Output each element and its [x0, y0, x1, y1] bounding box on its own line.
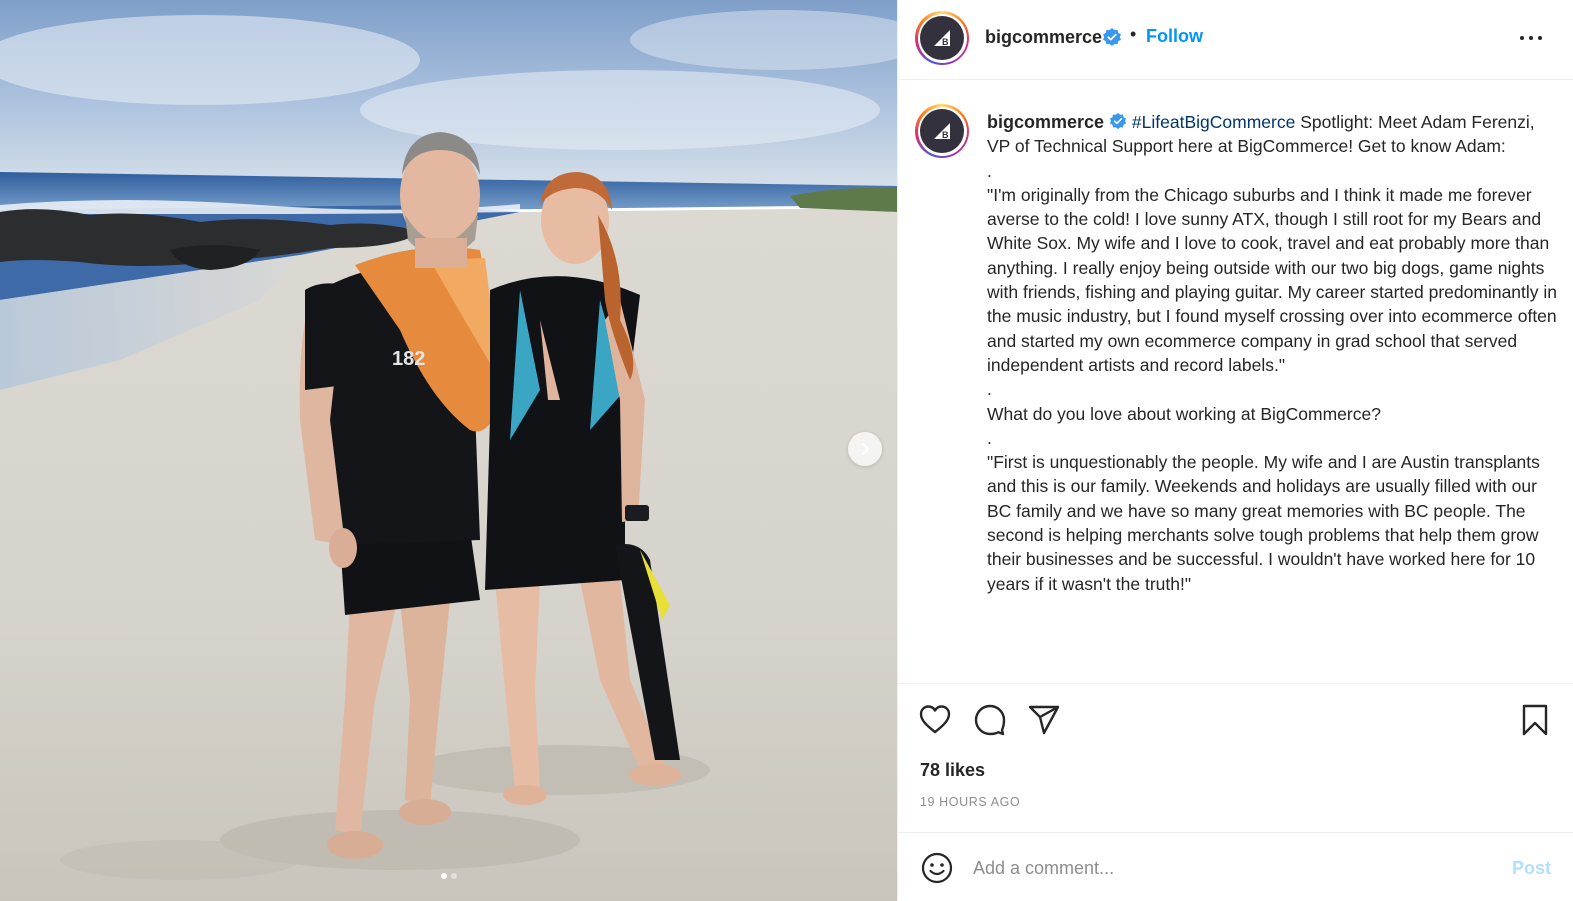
- more-options-icon[interactable]: [1516, 28, 1546, 48]
- bookmark-icon[interactable]: [1518, 703, 1552, 737]
- caption-username[interactable]: bigcommerce: [987, 112, 1104, 132]
- likes-count[interactable]: 78 likes: [920, 760, 985, 781]
- account-username[interactable]: bigcommerce: [985, 27, 1102, 48]
- caption-paragraph: .: [987, 379, 992, 400]
- caption-paragraph: bigcommerce #LifeatBigCommerce Spotlight…: [987, 110, 1557, 159]
- caption-paragraph: What do you love about working at BigCom…: [987, 403, 1381, 424]
- carousel-dots: [0, 873, 897, 879]
- separator-dot: •: [1130, 24, 1137, 44]
- carousel-dot-active: [440, 873, 447, 879]
- heart-icon[interactable]: [918, 703, 952, 737]
- svg-text:B: B: [942, 37, 949, 47]
- caption-paragraph: "First is unquestionably the people. My …: [987, 452, 1540, 594]
- post-comment-button[interactable]: Post: [1512, 858, 1551, 879]
- post-header: B bigcommerce • Follow: [898, 0, 1573, 80]
- share-icon[interactable]: [1027, 703, 1061, 737]
- add-comment-bar: Post: [898, 832, 1573, 901]
- verified-badge-icon: [1103, 28, 1121, 46]
- post-detail-pane: B bigcommerce • Follow B bigcommerce #Li…: [897, 0, 1573, 901]
- carousel-dot: [450, 873, 457, 879]
- carousel-next-button[interactable]: [848, 432, 882, 466]
- post-photo[interactable]: 182: [0, 0, 897, 901]
- caption-paragraph: .: [987, 427, 992, 448]
- post-actions: 78 likes 19 HOURS AGO: [898, 683, 1573, 833]
- bigcommerce-logo-icon: B: [934, 123, 950, 140]
- comments-section: B bigcommerce #LifeatBigCommerce Spotlig…: [898, 80, 1573, 683]
- svg-text:B: B: [942, 130, 949, 140]
- svg-text:182: 182: [392, 348, 425, 370]
- beach-photo: 182: [0, 0, 897, 901]
- verified-badge-icon: [1109, 112, 1127, 130]
- caption-paragraph: "I'm originally from the Chicago suburbs…: [987, 184, 1558, 375]
- comment-input[interactable]: [973, 853, 1493, 883]
- comment-icon[interactable]: [973, 703, 1007, 737]
- post-caption: bigcommerce #LifeatBigCommerce Spotlight…: [987, 110, 1557, 596]
- follow-button[interactable]: Follow: [1146, 26, 1203, 47]
- emoji-icon[interactable]: [920, 851, 954, 885]
- caption-paragraph: .: [987, 160, 992, 181]
- post-timestamp[interactable]: 19 HOURS AGO: [920, 795, 1020, 809]
- chevron-right-icon: [861, 442, 870, 456]
- avatar[interactable]: B: [915, 11, 969, 65]
- bigcommerce-logo-icon: B: [934, 30, 950, 47]
- hashtag-link[interactable]: #LifeatBigCommerce: [1132, 112, 1295, 132]
- caption-avatar[interactable]: B: [915, 104, 969, 158]
